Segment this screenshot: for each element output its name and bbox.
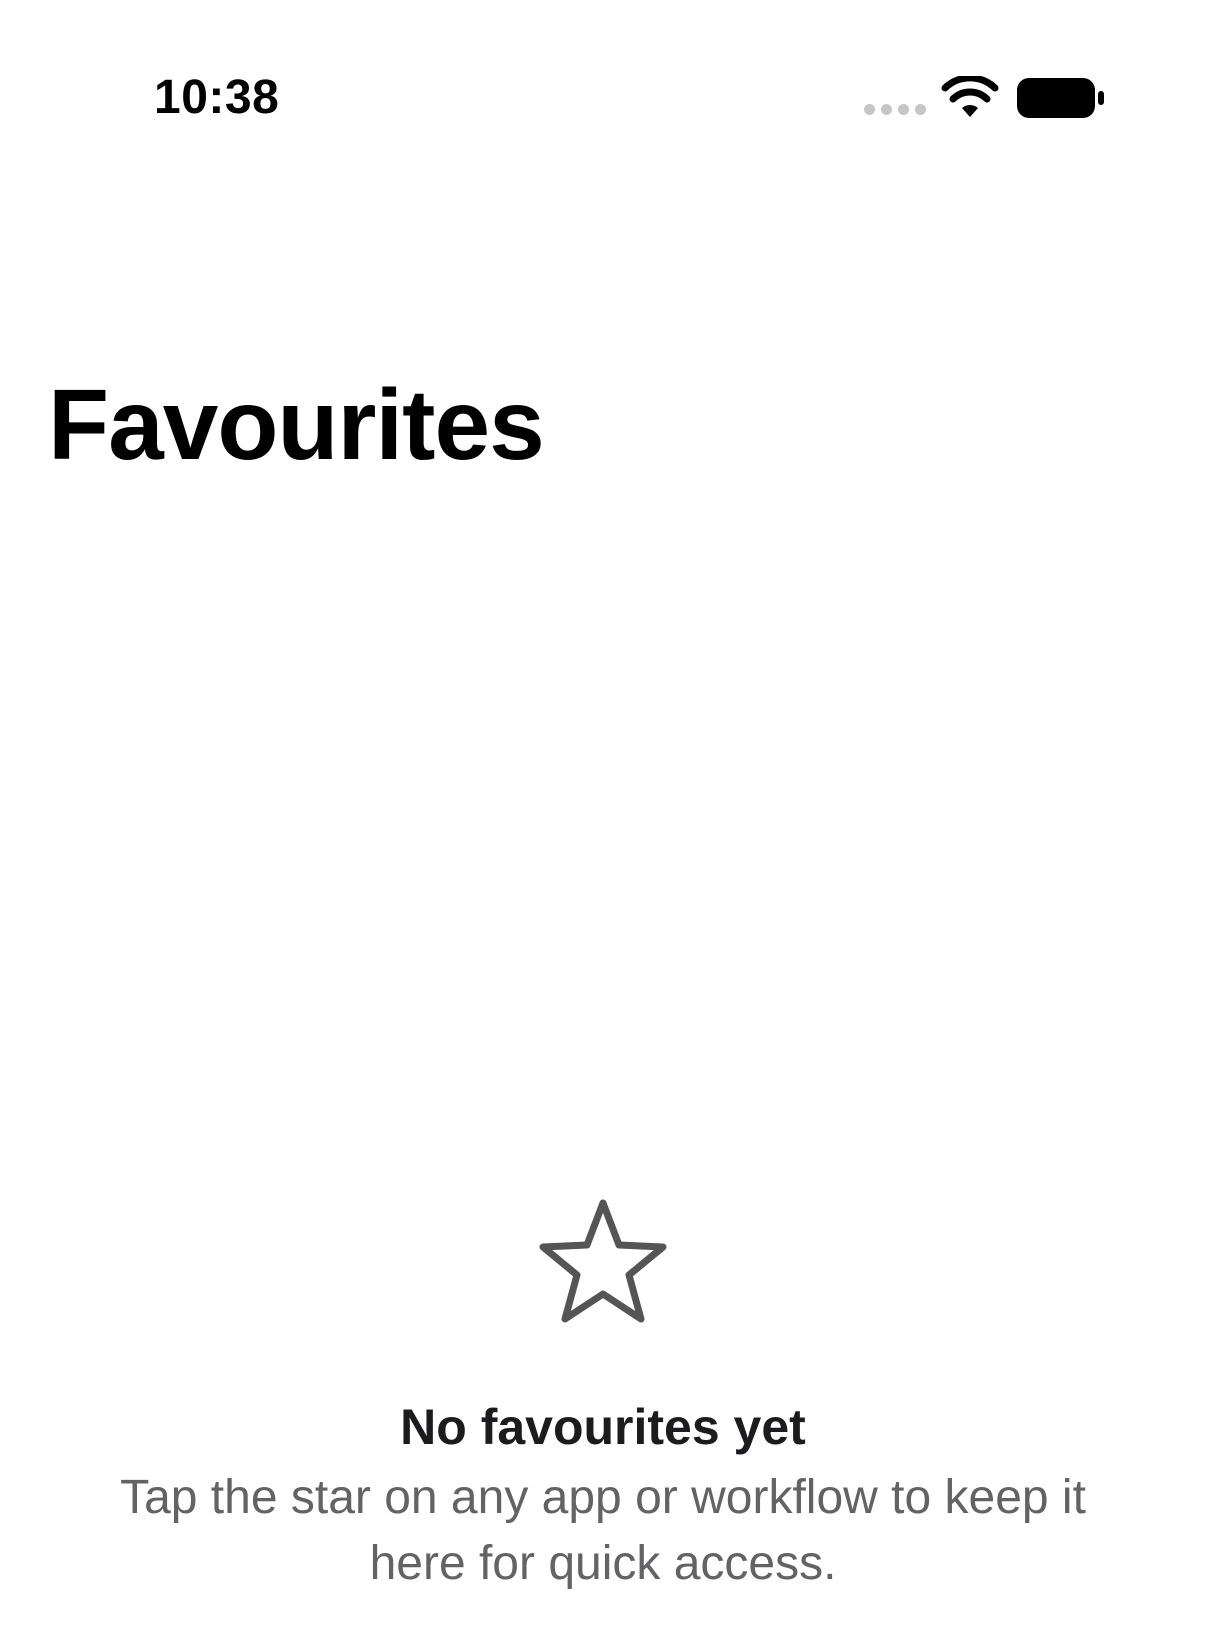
wifi-icon <box>941 76 999 117</box>
star-outline-icon <box>539 1199 667 1323</box>
status-bar: 10:38 <box>0 0 1206 200</box>
empty-state-description: Tap the star on any app or workflow to k… <box>120 1471 1086 1590</box>
empty-state-title: No favourites yet <box>400 1399 806 1455</box>
cellular-signal-icon <box>864 104 926 115</box>
page-title: Favourites <box>48 369 545 481</box>
empty-state: No favourites yet Tap the star on any ap… <box>0 1195 1206 1597</box>
status-time: 10:38 <box>154 71 280 124</box>
battery-icon <box>1017 78 1104 118</box>
